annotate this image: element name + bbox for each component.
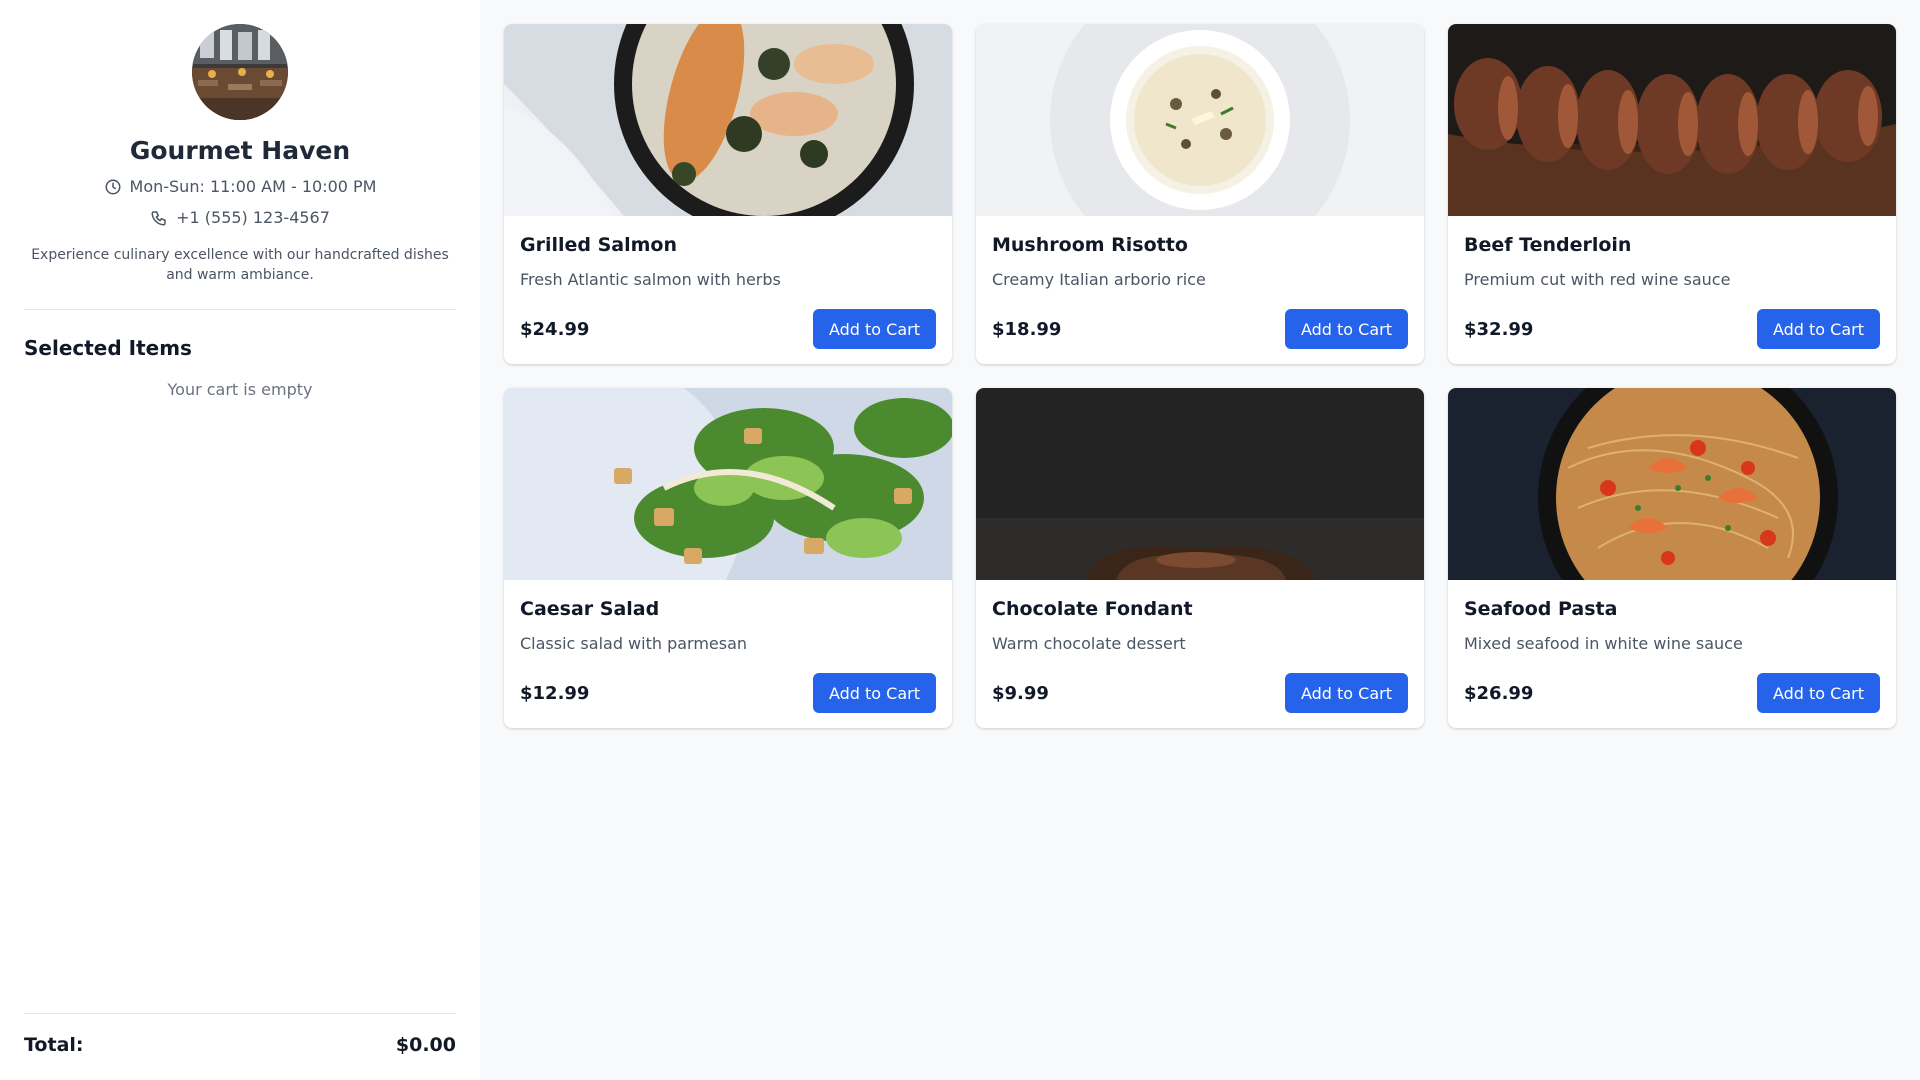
item-description: Creamy Italian arborio rice xyxy=(992,270,1206,289)
item-price: $32.99 xyxy=(1464,318,1534,340)
add-to-cart-button[interactable]: Add to Cart xyxy=(1285,309,1408,349)
phone-row: +1 (555) 123-4567 xyxy=(150,208,330,227)
phone-text: +1 (555) 123-4567 xyxy=(176,208,330,227)
item-description: Mixed seafood in white wine sauce xyxy=(1464,634,1743,653)
card-body: Beef Tenderloin Premium cut with red win… xyxy=(1448,216,1896,364)
item-price: $26.99 xyxy=(1464,682,1534,704)
caesar-salad-image xyxy=(504,388,952,580)
card-body: Seafood Pasta Mixed seafood in white win… xyxy=(1448,580,1896,728)
sidebar: Gourmet Haven Mon-Sun: 11:00 AM - 10:00 … xyxy=(0,0,480,1080)
card-footer: $9.99 Add to Cart xyxy=(992,673,1408,713)
add-to-cart-button[interactable]: Add to Cart xyxy=(813,309,936,349)
card-footer: $32.99 Add to Cart xyxy=(1464,309,1880,349)
card-footer: $12.99 Add to Cart xyxy=(520,673,936,713)
menu-card: Beef Tenderloin Premium cut with red win… xyxy=(1448,24,1896,364)
menu-card: Grilled Salmon Fresh Atlantic salmon wit… xyxy=(504,24,952,364)
item-name: Beef Tenderloin xyxy=(1464,234,1632,256)
chocolate-fondant-image xyxy=(976,388,1424,580)
item-description: Warm chocolate dessert xyxy=(992,634,1186,653)
seafood-pasta-image xyxy=(1448,388,1896,580)
cart-title: Selected Items xyxy=(24,336,192,360)
restaurant-description: Experience culinary excellence with our … xyxy=(31,247,449,283)
sidebar-divider xyxy=(24,309,456,310)
total-label: Total: xyxy=(24,1034,84,1056)
card-footer: $18.99 Add to Cart xyxy=(992,309,1408,349)
menu-area: Grilled Salmon Fresh Atlantic salmon wit… xyxy=(480,0,1920,1080)
cart-total-section: Total: $0.00 xyxy=(24,1013,456,1056)
total-value: $0.00 xyxy=(395,1034,456,1056)
hours-row: Mon-Sun: 11:00 AM - 10:00 PM xyxy=(104,177,377,196)
add-to-cart-button[interactable]: Add to Cart xyxy=(1285,673,1408,713)
app-root: Gourmet Haven Mon-Sun: 11:00 AM - 10:00 … xyxy=(0,0,1920,1080)
total-divider xyxy=(24,1013,456,1014)
menu-card: Seafood Pasta Mixed seafood in white win… xyxy=(1448,388,1896,728)
restaurant-avatar xyxy=(192,24,288,120)
card-footer: $24.99 Add to Cart xyxy=(520,309,936,349)
item-name: Seafood Pasta xyxy=(1464,598,1618,620)
card-body: Grilled Salmon Fresh Atlantic salmon wit… xyxy=(504,216,952,364)
grilled-salmon-image xyxy=(504,24,952,216)
item-price: $12.99 xyxy=(520,682,590,704)
menu-card: Caesar Salad Classic salad with parmesan… xyxy=(504,388,952,728)
item-description: Fresh Atlantic salmon with herbs xyxy=(520,270,781,289)
item-description: Premium cut with red wine sauce xyxy=(1464,270,1731,289)
item-price: $24.99 xyxy=(520,318,590,340)
clock-icon xyxy=(105,179,121,194)
hours-text: Mon-Sun: 11:00 AM - 10:00 PM xyxy=(129,177,377,196)
card-body: Mushroom Risotto Creamy Italian arborio … xyxy=(976,216,1424,364)
add-to-cart-button[interactable]: Add to Cart xyxy=(1757,309,1880,349)
add-to-cart-button[interactable]: Add to Cart xyxy=(1757,673,1880,713)
menu-grid: Grilled Salmon Fresh Atlantic salmon wit… xyxy=(504,24,1896,728)
add-to-cart-button[interactable]: Add to Cart xyxy=(813,673,936,713)
item-price: $9.99 xyxy=(992,682,1049,704)
restaurant-name: Gourmet Haven xyxy=(129,136,351,165)
card-body: Caesar Salad Classic salad with parmesan… xyxy=(504,580,952,728)
item-name: Caesar Salad xyxy=(520,598,660,620)
card-body: Chocolate Fondant Warm chocolate dessert… xyxy=(976,580,1424,728)
card-footer: $26.99 Add to Cart xyxy=(1464,673,1880,713)
item-price: $18.99 xyxy=(992,318,1062,340)
item-description: Classic salad with parmesan xyxy=(520,634,748,653)
mushroom-risotto-image xyxy=(976,24,1424,216)
restaurant-profile: Gourmet Haven Mon-Sun: 11:00 AM - 10:00 … xyxy=(24,24,456,285)
phone-icon xyxy=(151,210,166,225)
cart-empty-message: Your cart is empty xyxy=(167,380,313,399)
item-name: Grilled Salmon xyxy=(520,234,678,256)
beef-tenderloin-image xyxy=(1448,24,1896,216)
item-name: Mushroom Risotto xyxy=(992,234,1188,256)
item-name: Chocolate Fondant xyxy=(992,598,1193,620)
menu-card: Chocolate Fondant Warm chocolate dessert… xyxy=(976,388,1424,728)
menu-card: Mushroom Risotto Creamy Italian arborio … xyxy=(976,24,1424,364)
total-row: Total: $0.00 xyxy=(24,1034,456,1056)
